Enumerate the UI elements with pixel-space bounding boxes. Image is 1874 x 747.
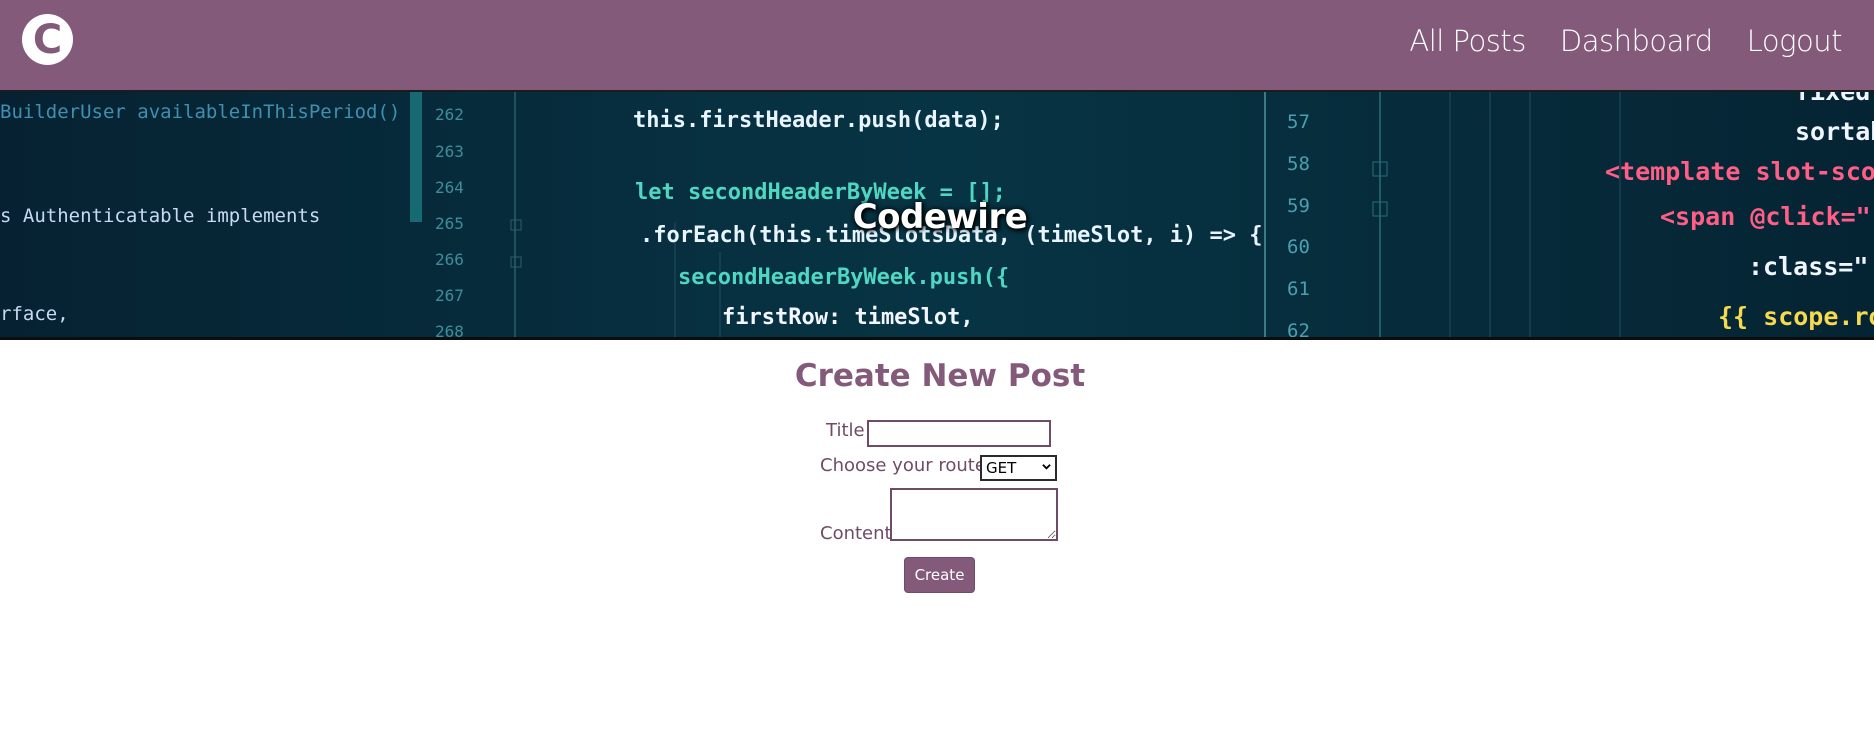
brand-logo[interactable]: C — [22, 14, 73, 65]
code-line: :class=" — [1748, 252, 1868, 281]
hero-banner: BuilderUser availableInThisPeriod() s Au… — [0, 92, 1874, 340]
line-number: 262 — [435, 105, 464, 124]
page-title: Create New Post — [794, 358, 1086, 394]
title-label: Title — [826, 420, 865, 441]
line-number: 263 — [435, 142, 464, 161]
title-input[interactable] — [867, 420, 1051, 447]
content-textarea[interactable] — [890, 488, 1058, 541]
nav-link-all-posts[interactable]: All Posts — [1409, 24, 1526, 58]
code-line: BuilderUser availableInThisPeriod() — [0, 101, 400, 123]
hero-title: Codewire — [852, 197, 1028, 237]
logo-letter: C — [32, 16, 63, 63]
code-line: fixed — [1795, 92, 1870, 106]
top-navbar: C All Posts Dashboard Logout — [0, 0, 1874, 92]
content-label: Content — [820, 523, 892, 544]
line-number: 60 — [1287, 236, 1310, 258]
code-line: {{ scope.ro — [1718, 302, 1874, 331]
line-number: 61 — [1287, 278, 1310, 300]
code-line: secondHeaderByWeek.push({ — [678, 265, 1009, 290]
line-number: 57 — [1287, 111, 1310, 133]
code-line: rface, — [0, 303, 69, 325]
line-number: 58 — [1287, 153, 1310, 175]
line-number: 266 — [435, 250, 464, 269]
nav-link-dashboard[interactable]: Dashboard — [1560, 24, 1713, 58]
line-number: 268 — [435, 322, 464, 340]
route-select[interactable]: GET — [980, 455, 1057, 481]
code-line: <template slot-scop — [1605, 157, 1874, 186]
route-label: Choose your route: — [820, 455, 992, 476]
chevron-down-icon — [1042, 464, 1051, 470]
line-number: 264 — [435, 178, 464, 197]
code-line: this.firstHeader.push(data); — [633, 108, 1004, 133]
line-number: 62 — [1287, 320, 1310, 340]
route-select-value: GET — [986, 459, 1017, 477]
code-line: sortab — [1795, 117, 1874, 146]
line-number: 267 — [435, 286, 464, 305]
nav-links: All Posts Dashboard Logout — [1409, 24, 1842, 58]
nav-link-logout[interactable]: Logout — [1747, 24, 1843, 58]
code-line: firstRow: timeSlot, — [722, 305, 974, 330]
create-button[interactable]: Create — [904, 557, 975, 593]
